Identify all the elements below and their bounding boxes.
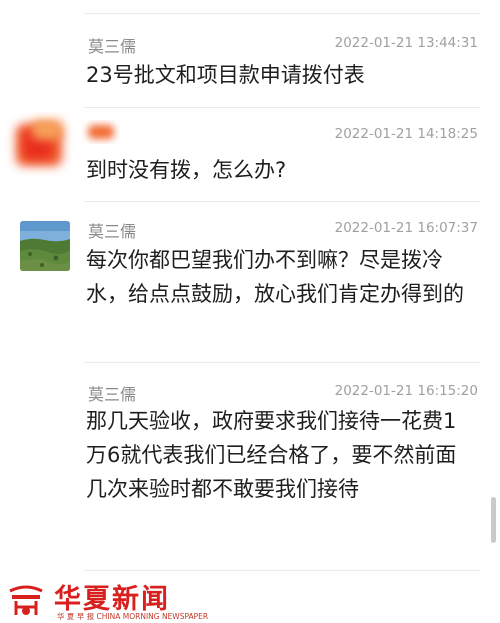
sender-name: 莫三儒: [88, 385, 137, 404]
message-text: 每次你都巴望我们办不到嘛？尽是拨冷水，给点点鼓励，放心我们肯定办得到的: [86, 248, 464, 306]
brand-logo-icon: [9, 585, 43, 615]
divider: [84, 201, 480, 202]
scrollbar[interactable]: [491, 497, 496, 543]
divider: [84, 570, 480, 571]
sender-name: 莫三儒: [88, 37, 137, 56]
sender-name: 莫三儒: [88, 222, 137, 241]
message-text: 那几天验收，政府要求我们接待一花费1万6就代表我们已经合格了，要不然前面几次来验…: [86, 409, 457, 501]
message-text: 到时没有拨，怎么办?: [86, 158, 287, 182]
message-timestamp: 2022-01-21 14:18:25: [334, 126, 478, 142]
brand-tagline: 华 夏 早 报 CHINA MORNING NEWSPAPER: [57, 612, 209, 621]
message-text: 23号批文和项目款申请拨付表: [86, 63, 365, 87]
divider: [84, 362, 480, 363]
divider: [84, 107, 480, 108]
redacted-avatar: [16, 120, 62, 166]
message-timestamp: 2022-01-21 16:07:37: [334, 220, 478, 236]
redacted-name: [88, 125, 114, 139]
news-watermark: 华夏新闻 华 夏 早 报 CHINA MORNING NEWSPAPER: [0, 575, 500, 623]
message-timestamp: 2022-01-21 16:15:20: [334, 383, 478, 399]
message-timestamp: 2022-01-21 13:44:31: [334, 35, 478, 51]
landscape-avatar-image: [20, 221, 70, 271]
divider: [84, 13, 480, 14]
avatar[interactable]: [20, 221, 70, 271]
